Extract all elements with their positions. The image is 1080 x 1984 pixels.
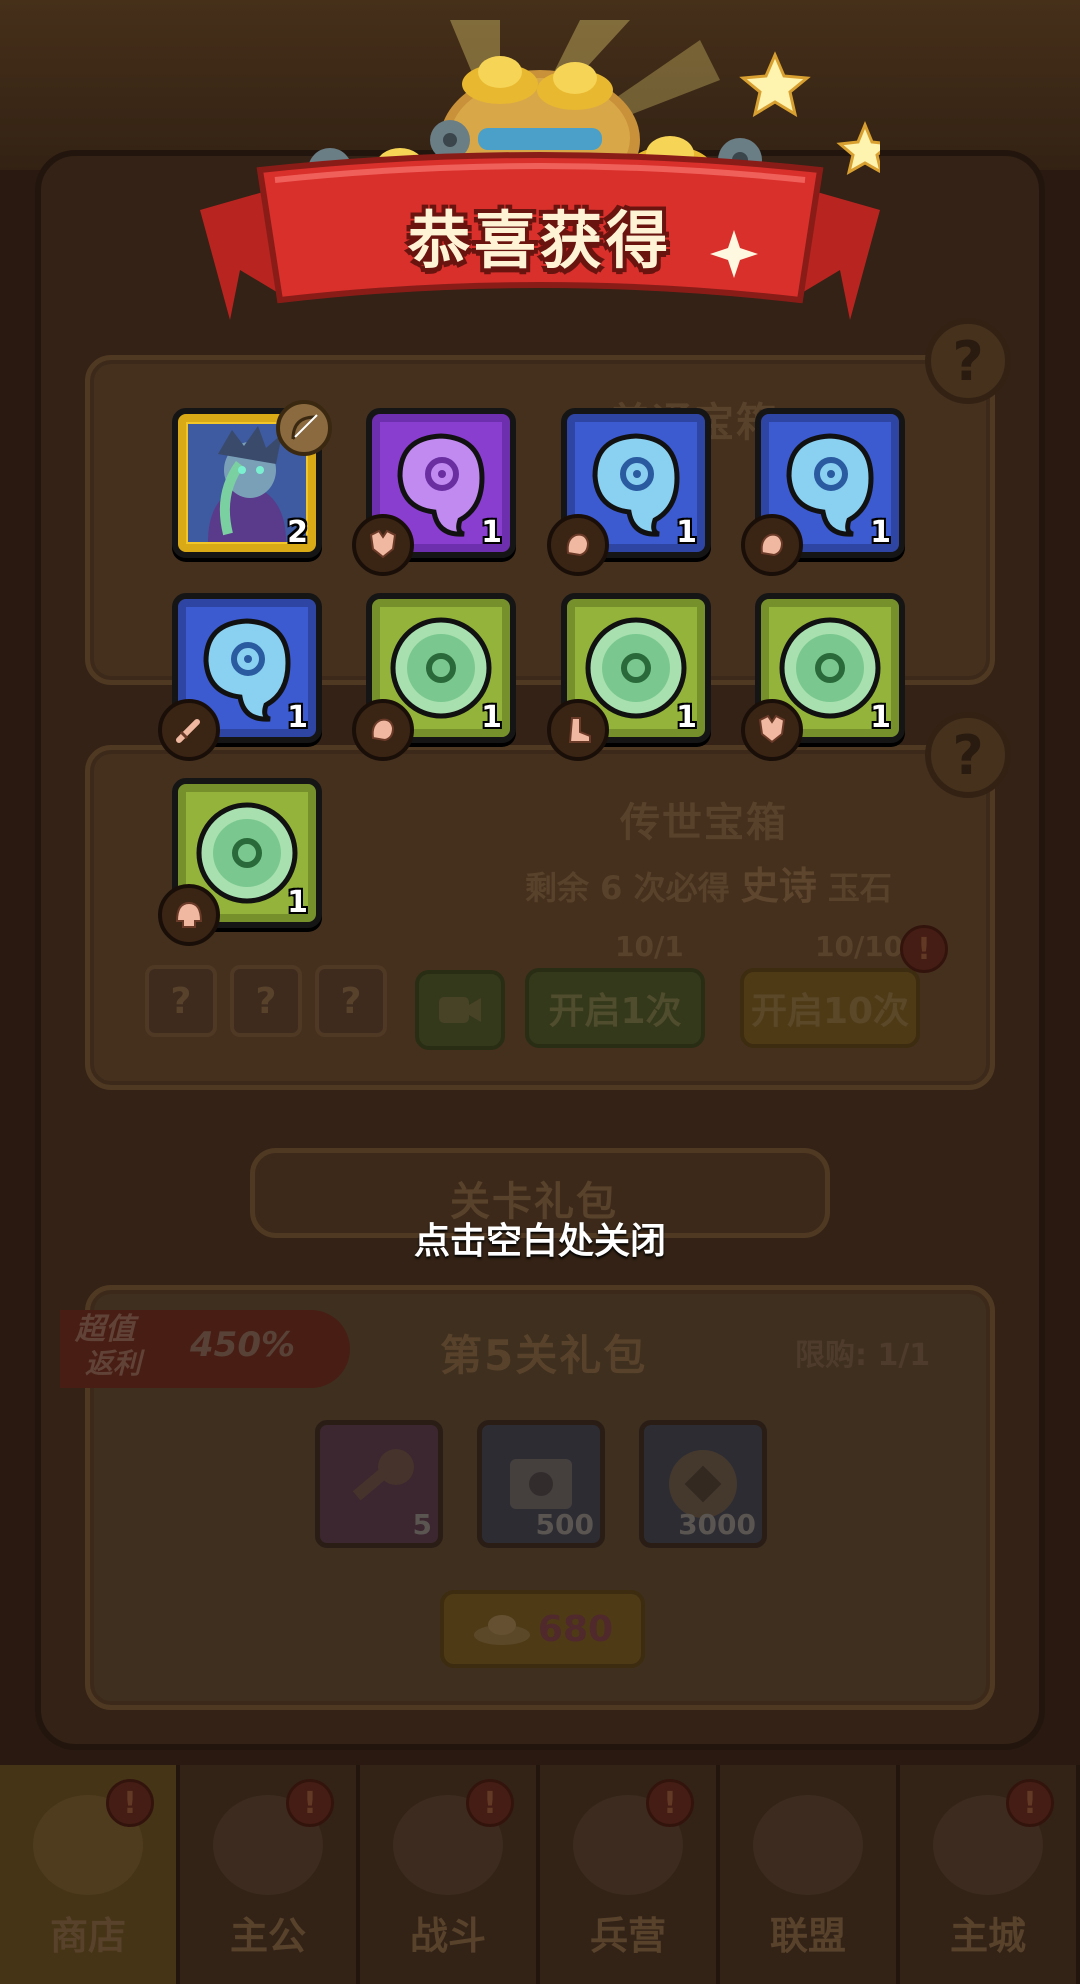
reward-item-9[interactable]: 1 (158, 778, 322, 946)
reward-item-qty: 1 (870, 515, 891, 550)
armor-icon (741, 699, 803, 761)
armor-icon (352, 514, 414, 576)
glove-icon (741, 514, 803, 576)
bow-icon (276, 400, 332, 456)
reward-item-qty: 1 (481, 515, 502, 550)
popup-title: 恭喜获得 (407, 204, 672, 277)
reward-item-4[interactable]: 1 (741, 408, 905, 576)
reward-item-8[interactable]: 1 (741, 593, 905, 761)
reward-title-banner: 恭喜获得 (200, 20, 880, 340)
reward-item-qty: 1 (481, 700, 502, 735)
reward-item-2[interactable]: 1 (352, 408, 516, 576)
reward-item-6[interactable]: 1 (352, 593, 516, 761)
glove-icon (547, 514, 609, 576)
helmet-icon (158, 884, 220, 946)
reward-item-7[interactable]: 1 (547, 593, 711, 761)
reward-item-qty: 1 (287, 885, 308, 920)
glove-icon (352, 699, 414, 761)
reward-item-qty: 2 (287, 515, 308, 550)
reward-item-qty: 1 (870, 700, 891, 735)
boot-icon (547, 699, 609, 761)
reward-item-qty: 1 (676, 515, 697, 550)
reward-item-1[interactable]: 2 (172, 400, 332, 558)
reward-item-qty: 1 (676, 700, 697, 735)
treasure-burst-decoration (200, 20, 880, 320)
reward-item-3[interactable]: 1 (547, 408, 711, 576)
sword-icon (158, 699, 220, 761)
reward-item-qty: 1 (287, 700, 308, 735)
close-hint: 点击空白处关闭 (413, 1221, 666, 1262)
reward-item-5[interactable]: 1 (158, 593, 322, 761)
